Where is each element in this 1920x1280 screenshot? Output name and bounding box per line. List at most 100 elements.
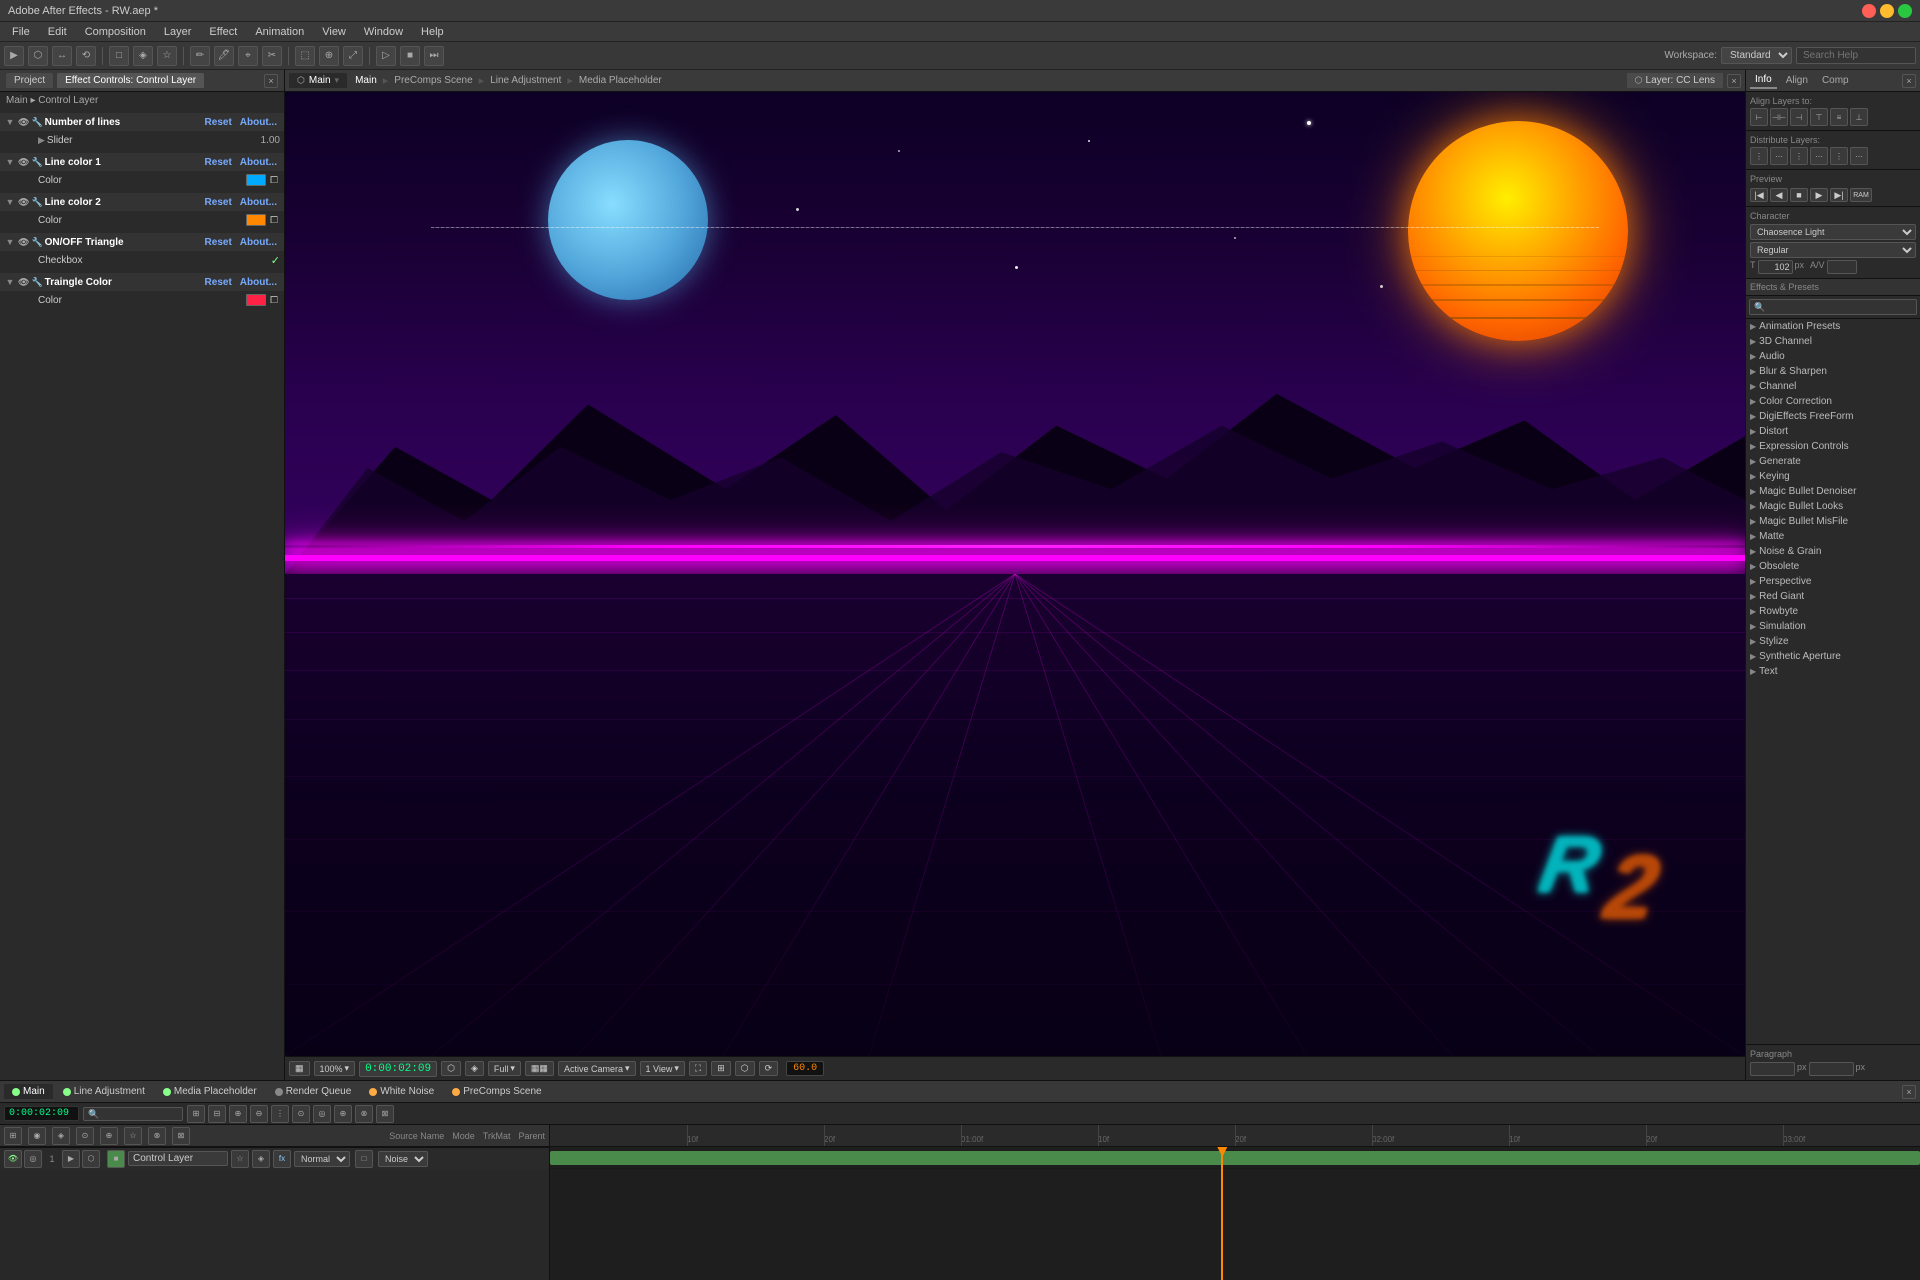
- effect-toggle-4[interactable]: ▼: [4, 236, 16, 248]
- toolbar-btn-5[interactable]: □: [109, 46, 129, 66]
- tl-ctrl-btn-5[interactable]: ⋮: [271, 1105, 289, 1123]
- vp-camera-btn[interactable]: ⬡: [441, 1061, 461, 1076]
- menu-effect[interactable]: Effect: [201, 24, 245, 40]
- vp-btn-grid[interactable]: ⊞: [711, 1061, 731, 1076]
- align-btn-top[interactable]: ⊤: [1810, 108, 1828, 126]
- tl-ctrl-btn-2[interactable]: ⊟: [208, 1105, 226, 1123]
- effect-cat-synthetic-aperture[interactable]: ▶Synthetic Aperture: [1746, 649, 1920, 664]
- preview-skip-fwd[interactable]: ▶|: [1830, 188, 1848, 202]
- effect-cat-simulation[interactable]: ▶Simulation: [1746, 619, 1920, 634]
- tl-hdr-btn-3[interactable]: ◈: [52, 1127, 70, 1145]
- toolbar-btn-4[interactable]: ⟲: [76, 46, 96, 66]
- viewport[interactable]: R 2: [285, 92, 1745, 1056]
- preview-play[interactable]: ▶: [1810, 188, 1828, 202]
- align-btn-center-v[interactable]: ≡: [1830, 108, 1848, 126]
- dist-btn-3[interactable]: ⋮: [1790, 147, 1808, 165]
- effects-search-input[interactable]: [1749, 299, 1917, 315]
- effect-cat-3d-channel[interactable]: ▶3D Channel: [1746, 334, 1920, 349]
- comp-sub-precomps[interactable]: PreComps Scene: [390, 75, 476, 86]
- color-picker-2[interactable]: ⧠: [268, 215, 280, 226]
- right-tab-align[interactable]: Align: [1781, 73, 1813, 88]
- effect-toggle-1[interactable]: ▼: [4, 116, 16, 128]
- effect-cat-channel[interactable]: ▶Channel: [1746, 379, 1920, 394]
- tl-tab-precomps[interactable]: PreComps Scene: [444, 1084, 549, 1099]
- dist-btn-5[interactable]: ⋮: [1830, 147, 1848, 165]
- playhead[interactable]: [1221, 1147, 1223, 1280]
- dist-btn-4[interactable]: ⋯: [1810, 147, 1828, 165]
- close-button[interactable]: [1862, 4, 1876, 18]
- tl-hdr-btn-1[interactable]: ⊞: [4, 1127, 22, 1145]
- menu-window[interactable]: Window: [356, 24, 411, 40]
- layer-name-input[interactable]: [128, 1151, 228, 1166]
- vp-btn-mask[interactable]: ⬡: [735, 1061, 755, 1076]
- preview-skip-back[interactable]: |◀: [1750, 188, 1768, 202]
- tl-ctrl-btn-4[interactable]: ⊖: [250, 1105, 268, 1123]
- effect-cat-expression-controls[interactable]: ▶Expression Controls: [1746, 439, 1920, 454]
- layer-vis-btn[interactable]: 👁: [4, 1150, 22, 1168]
- tl-hdr-btn-2[interactable]: ◉: [28, 1127, 46, 1145]
- tl-hdr-btn-6[interactable]: ☆: [124, 1127, 142, 1145]
- vp-view-mode[interactable]: 1 View ▾: [640, 1061, 685, 1076]
- font-size-input[interactable]: [1758, 260, 1793, 274]
- effect-vis-4[interactable]: 👁: [18, 237, 29, 248]
- dist-btn-2[interactable]: ⋯: [1770, 147, 1788, 165]
- effect-cat-red-giant[interactable]: ▶Red Giant: [1746, 589, 1920, 604]
- toolbar-btn-stop[interactable]: ■: [400, 46, 420, 66]
- vp-quality-select[interactable]: Full ▾: [488, 1061, 521, 1076]
- effect-cat-audio[interactable]: ▶Audio: [1746, 349, 1920, 364]
- layer-preserve-btn[interactable]: □: [355, 1150, 373, 1168]
- toolbar-btn-11[interactable]: ✂: [262, 46, 282, 66]
- effect-reset-5[interactable]: Reset: [202, 277, 235, 288]
- font-name-select[interactable]: Chaosence Light: [1750, 224, 1916, 240]
- preview-ram[interactable]: RAM: [1850, 188, 1872, 202]
- toolbar-btn-13[interactable]: ⊕: [319, 46, 339, 66]
- vp-res-btn[interactable]: ▦▦: [525, 1061, 554, 1076]
- effect-toggle-3[interactable]: ▼: [4, 196, 16, 208]
- comp-sub-line-adj[interactable]: Line Adjustment: [486, 75, 565, 86]
- effect-cat-obsolete[interactable]: ▶Obsolete: [1746, 559, 1920, 574]
- tl-ctrl-btn-1[interactable]: ⊞: [187, 1105, 205, 1123]
- toolbar-btn-9[interactable]: 🖊: [214, 46, 234, 66]
- align-btn-bottom[interactable]: ⊥: [1850, 108, 1868, 126]
- preview-step-back[interactable]: ◀: [1770, 188, 1788, 202]
- timeline-close-btn[interactable]: ×: [1902, 1085, 1916, 1099]
- color-swatch-triangle[interactable]: [246, 294, 266, 306]
- effect-cat-animation-presets[interactable]: ▶Animation Presets: [1746, 319, 1920, 334]
- effect-cat-magic-bullet-denoiser[interactable]: ▶Magic Bullet Denoiser: [1746, 484, 1920, 499]
- effect-vis-2[interactable]: 👁: [18, 157, 29, 168]
- effect-cat-blur-sharpen[interactable]: ▶Blur & Sharpen: [1746, 364, 1920, 379]
- slider-value[interactable]: 1.00: [250, 135, 280, 146]
- toolbar-btn-fwd[interactable]: ⏭: [424, 46, 444, 66]
- checkbox-value[interactable]: ✓: [271, 254, 280, 267]
- font-style-select[interactable]: Regular: [1750, 242, 1916, 258]
- effect-lock-2[interactable]: 🔧: [31, 157, 42, 168]
- vp-zoom-select[interactable]: 100% ▾: [314, 1061, 356, 1076]
- effect-lock-5[interactable]: 🔧: [31, 277, 42, 288]
- vp-btn-menu[interactable]: ▦: [289, 1061, 310, 1076]
- help-search-input[interactable]: [1796, 47, 1916, 64]
- toolbar-btn-1[interactable]: ▶: [4, 46, 24, 66]
- tl-hdr-btn-4[interactable]: ⊙: [76, 1127, 94, 1145]
- effect-cat-generate[interactable]: ▶Generate: [1746, 454, 1920, 469]
- color-swatch-2[interactable]: [246, 214, 266, 226]
- tab-effect-controls[interactable]: Effect Controls: Control Layer: [57, 73, 204, 88]
- tl-ctrl-btn-6[interactable]: ⊙: [292, 1105, 310, 1123]
- toolbar-btn-10[interactable]: ⌖: [238, 46, 258, 66]
- effect-toggle-2[interactable]: ▼: [4, 156, 16, 168]
- effect-about-3[interactable]: About...: [237, 197, 280, 208]
- effect-cat-noise-grain[interactable]: ▶Noise & Grain: [1746, 544, 1920, 559]
- layer-expand-btn[interactable]: ▶: [62, 1150, 80, 1168]
- timeline-search[interactable]: [83, 1107, 183, 1121]
- comp-tab-main[interactable]: ⬡ Main ▾: [289, 73, 347, 88]
- dist-btn-1[interactable]: ⋮: [1750, 147, 1768, 165]
- comp-sub-media[interactable]: Media Placeholder: [575, 75, 666, 86]
- menu-file[interactable]: File: [4, 24, 38, 40]
- color-picker-1[interactable]: ⧠: [268, 175, 280, 186]
- effect-reset-3[interactable]: Reset: [202, 197, 235, 208]
- effect-vis-1[interactable]: 👁: [18, 117, 29, 128]
- color-picker-triangle[interactable]: ⧠: [268, 295, 280, 306]
- layer-solo-btn[interactable]: ◎: [24, 1150, 42, 1168]
- tl-ctrl-btn-3[interactable]: ⊕: [229, 1105, 247, 1123]
- effect-about-4[interactable]: About...: [237, 237, 280, 248]
- toolbar-btn-12[interactable]: ⬚: [295, 46, 315, 66]
